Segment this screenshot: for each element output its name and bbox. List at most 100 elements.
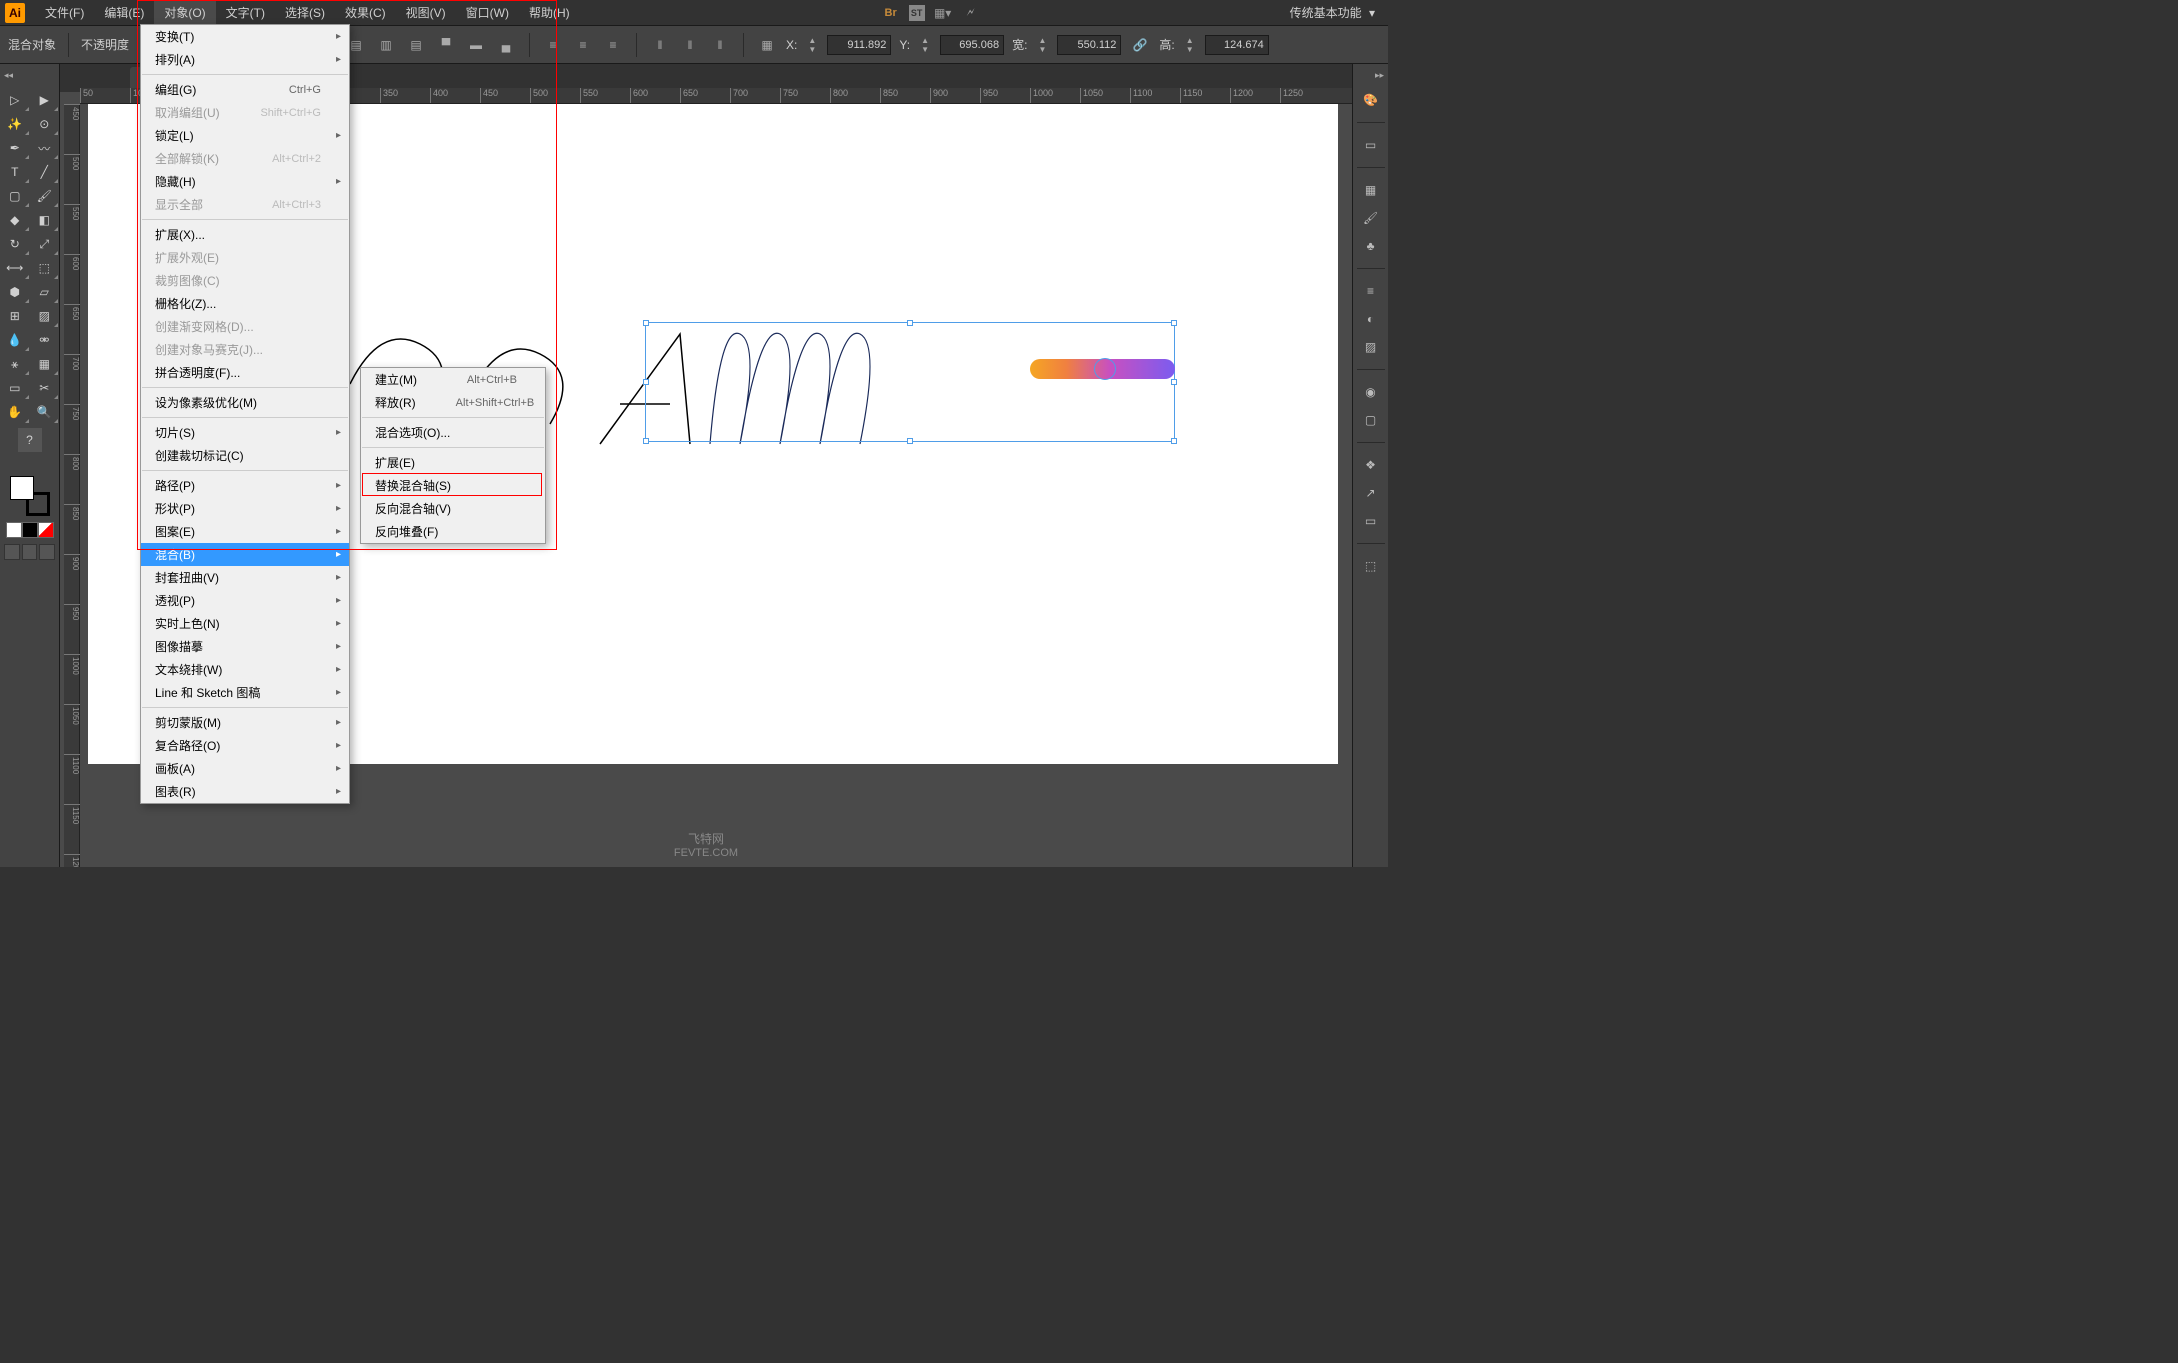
menu-object[interactable]: 对象(O)	[154, 0, 215, 25]
menu-view[interactable]: 视图(V)	[396, 0, 456, 25]
color-mode-none[interactable]	[38, 522, 54, 538]
line-tool[interactable]: ╱	[30, 160, 60, 184]
menu-item[interactable]: 形状(P)	[141, 497, 349, 520]
direct-selection-tool[interactable]: ▶	[30, 88, 60, 112]
color-mode-gradient[interactable]	[22, 522, 38, 538]
layers-panel-icon[interactable]: ❖	[1357, 453, 1385, 477]
draw-normal[interactable]	[4, 544, 20, 560]
h-input[interactable]	[1205, 35, 1269, 55]
graph-tool[interactable]: ▦	[30, 352, 60, 376]
stepper-icon[interactable]: ▲▼	[1179, 34, 1201, 56]
draw-inside[interactable]	[39, 544, 55, 560]
align-bottom-icon[interactable]: ▄	[495, 34, 517, 56]
lasso-tool[interactable]: ⊙	[30, 112, 60, 136]
menu-item[interactable]: 混合(B)	[141, 543, 349, 566]
menu-edit[interactable]: 编辑(E)	[94, 0, 154, 25]
swatches-panel-icon[interactable]: ▦	[1357, 178, 1385, 202]
x-input[interactable]	[827, 35, 891, 55]
handle-tl[interactable]	[643, 320, 649, 326]
handle-tm[interactable]	[907, 320, 913, 326]
menu-item[interactable]: 图表(R)	[141, 780, 349, 803]
perspective-tool[interactable]: ▱	[30, 280, 60, 304]
draw-behind[interactable]	[22, 544, 38, 560]
menu-item[interactable]: 锁定(L)	[141, 124, 349, 147]
selection-tool[interactable]: ▷	[0, 88, 30, 112]
menu-item[interactable]: 扩展(X)...	[141, 223, 349, 246]
workspace-switcher[interactable]: 传统基本功能 ▾	[1282, 4, 1383, 21]
magic-wand-tool[interactable]: ✨	[0, 112, 30, 136]
collapse-icon[interactable]: ◂◂	[4, 70, 13, 81]
mesh-tool[interactable]: ⊞	[0, 304, 30, 328]
gradient-tool[interactable]: ▨	[30, 304, 60, 328]
rotate-tool[interactable]: ↻	[0, 232, 30, 256]
artboard-tool[interactable]: ▭	[0, 376, 30, 400]
menu-item[interactable]: 切片(S)	[141, 421, 349, 444]
menu-item[interactable]: 替换混合轴(S)	[361, 474, 545, 497]
color-mode-solid[interactable]	[6, 522, 22, 538]
menu-item[interactable]: 建立(M)Alt+Ctrl+B	[361, 368, 545, 391]
slice-tool[interactable]: ✂	[30, 376, 60, 400]
menu-effect[interactable]: 效果(C)	[335, 0, 396, 25]
appearance-panel-icon[interactable]: ◉	[1357, 380, 1385, 404]
link-wh-icon[interactable]: 🔗	[1129, 34, 1151, 56]
menu-item[interactable]: 封套扭曲(V)	[141, 566, 349, 589]
properties-panel-icon[interactable]: ▭	[1357, 133, 1385, 157]
handle-tr[interactable]	[1171, 320, 1177, 326]
pen-tool[interactable]: ✒	[0, 136, 30, 160]
menu-item[interactable]: 图像描摹	[141, 635, 349, 658]
menu-item[interactable]: 编组(G)Ctrl+G	[141, 78, 349, 101]
handle-bm[interactable]	[907, 438, 913, 444]
handle-mr[interactable]	[1171, 379, 1177, 385]
gradient-panel-icon[interactable]: ◐	[1357, 307, 1385, 331]
type-tool[interactable]: T	[0, 160, 30, 184]
stroke-panel-icon[interactable]: ≡	[1357, 279, 1385, 303]
menu-item[interactable]: 图案(E)	[141, 520, 349, 543]
libraries-panel-icon[interactable]: ⬚	[1357, 554, 1385, 578]
align-right-icon[interactable]: ▤	[405, 34, 427, 56]
handle-ml[interactable]	[643, 379, 649, 385]
distribute-1-icon[interactable]: ≡	[542, 34, 564, 56]
menu-item[interactable]: 隐藏(H)	[141, 170, 349, 193]
align-vcenter-icon[interactable]: ▬	[465, 34, 487, 56]
menu-item[interactable]: 创建裁切标记(C)	[141, 444, 349, 467]
blend-tool[interactable]: ⚮	[30, 328, 60, 352]
distribute-6-icon[interactable]: ‖	[709, 34, 731, 56]
paintbrush-tool[interactable]: 🖌	[30, 184, 60, 208]
menu-item[interactable]: 复合路径(O)	[141, 734, 349, 757]
menu-item[interactable]: 栅格化(Z)...	[141, 292, 349, 315]
y-input[interactable]	[940, 35, 1004, 55]
align-top-icon[interactable]: ▀	[435, 34, 457, 56]
distribute-3-icon[interactable]: ≡	[602, 34, 624, 56]
stepper-icon[interactable]: ▲▼	[801, 34, 823, 56]
fill-swatch[interactable]	[10, 476, 34, 500]
transparency-panel-icon[interactable]: ▨	[1357, 335, 1385, 359]
gpu-icon[interactable]: 🗲	[961, 3, 981, 23]
menu-item[interactable]: 路径(P)	[141, 474, 349, 497]
menu-select[interactable]: 选择(S)	[275, 0, 335, 25]
menu-item[interactable]: 排列(A)	[141, 48, 349, 71]
hand-tool[interactable]: ✋	[0, 400, 30, 424]
menu-item[interactable]: 变换(T)	[141, 25, 349, 48]
bridge-icon[interactable]: Br	[881, 3, 901, 23]
distribute-5-icon[interactable]: ‖	[679, 34, 701, 56]
eyedropper-tool[interactable]: 💧	[0, 328, 30, 352]
stepper-icon[interactable]: ▲▼	[1031, 34, 1053, 56]
zoom-tool[interactable]: 🔍	[30, 400, 60, 424]
handle-bl[interactable]	[643, 438, 649, 444]
stock-icon[interactable]: ST	[909, 5, 925, 21]
menu-window[interactable]: 窗口(W)	[456, 0, 519, 25]
menu-item[interactable]: 释放(R)Alt+Shift+Ctrl+B	[361, 391, 545, 414]
menu-item[interactable]: 反向堆叠(F)	[361, 520, 545, 543]
curvature-tool[interactable]: 〰	[30, 136, 60, 160]
brushes-panel-icon[interactable]: 🖌	[1357, 206, 1385, 230]
arrange-docs-icon[interactable]: ▦▾	[933, 3, 953, 23]
menu-item[interactable]: 反向混合轴(V)	[361, 497, 545, 520]
width-tool[interactable]: ⟷	[0, 256, 30, 280]
menu-item[interactable]: 透视(P)	[141, 589, 349, 612]
align-hcenter-icon[interactable]: ▥	[375, 34, 397, 56]
free-transform-tool[interactable]: ⬚	[30, 256, 60, 280]
asset-export-panel-icon[interactable]: ↗	[1357, 481, 1385, 505]
menu-file[interactable]: 文件(F)	[35, 0, 94, 25]
menu-type[interactable]: 文字(T)	[216, 0, 275, 25]
eraser-tool[interactable]: ◧	[30, 208, 60, 232]
